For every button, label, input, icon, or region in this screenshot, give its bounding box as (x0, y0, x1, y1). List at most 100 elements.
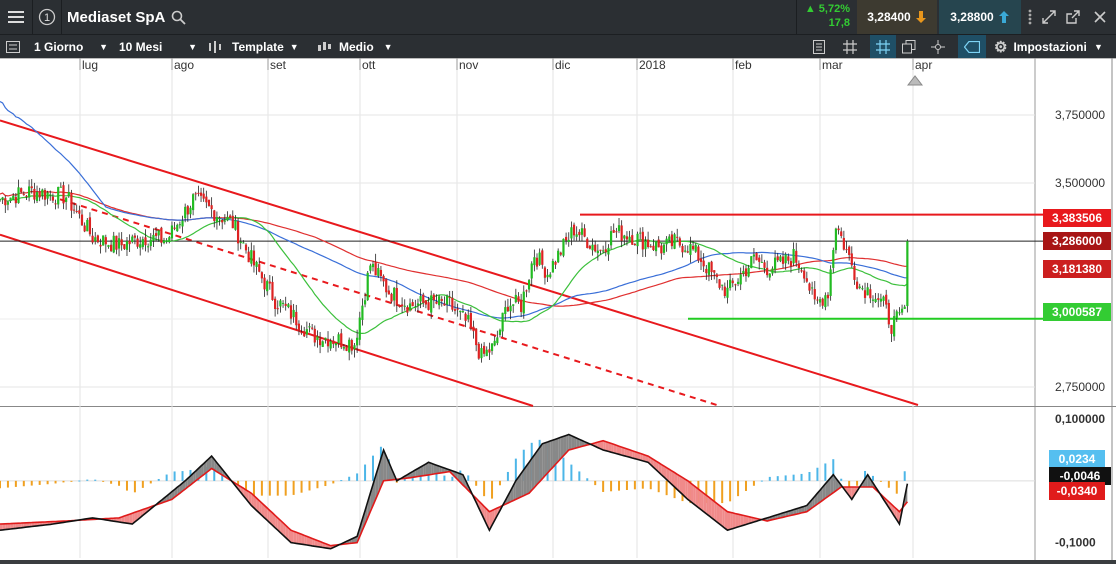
expand-icon[interactable] (1038, 0, 1060, 34)
chevron-down-icon: ▼ (99, 42, 108, 52)
candle (530, 263, 533, 279)
crosshair-grid-icon[interactable] (870, 35, 896, 59)
candle (840, 231, 843, 237)
macd-fill (555, 438, 559, 465)
search-icon[interactable] (168, 0, 188, 34)
macd-histogram-bar (483, 480, 486, 497)
candle (464, 313, 467, 321)
candle (639, 232, 642, 234)
chart-area[interactable]: lug ago set ott nov dic 2018 feb mar apr 3,750000 3… (0, 58, 1116, 564)
candle (157, 230, 160, 236)
close-icon[interactable] (1088, 0, 1112, 34)
candle (274, 298, 277, 309)
month-label-set: set (270, 58, 287, 72)
candle (689, 243, 692, 255)
candle (721, 284, 724, 286)
macd-histogram-bar (562, 457, 565, 481)
candle (440, 298, 443, 301)
candle (570, 227, 573, 239)
candle (133, 235, 137, 238)
candle (771, 268, 774, 274)
popout-icon[interactable] (1062, 0, 1084, 34)
macd-fill (552, 439, 556, 468)
candle (141, 239, 144, 247)
macd-histogram-bar (641, 480, 644, 489)
candle (197, 192, 200, 194)
candle (662, 244, 666, 253)
instrument-title[interactable]: Mediaset SpA (67, 0, 165, 34)
macd-fill (539, 443, 543, 482)
settings-button[interactable]: ⚙ Impostazioni (994, 35, 1087, 59)
notes-icon[interactable] (813, 35, 835, 59)
candle (895, 311, 898, 319)
macd-histogram-bar (744, 480, 747, 491)
macd-tick-label: 0,100000 (1055, 412, 1105, 426)
candle (125, 241, 129, 250)
candle (255, 261, 258, 267)
candle (546, 274, 549, 278)
candle (842, 237, 845, 250)
candle (184, 206, 187, 219)
grid-icon[interactable] (843, 35, 865, 59)
range-select[interactable]: 10 Mesi ▼ (119, 35, 199, 59)
settings-label: Impostazioni (1013, 40, 1087, 54)
month-label-apr: apr (915, 58, 932, 72)
size-menu[interactable]: Medio ▼ (317, 35, 393, 59)
candle (210, 205, 213, 210)
candle (900, 308, 904, 313)
macd-histogram-bar (38, 480, 41, 485)
candle (834, 228, 838, 251)
template-menu[interactable]: Template ▼ (208, 35, 299, 59)
macd-fill (701, 491, 704, 512)
macd-histogram-bar (633, 480, 636, 490)
change-absolute: 17,8 (828, 17, 850, 29)
candle (435, 301, 438, 304)
candle (27, 186, 31, 198)
candle (475, 328, 478, 346)
drag-handle-icon[interactable] (1023, 0, 1037, 34)
candle (295, 311, 298, 326)
candle (247, 251, 250, 263)
candle (305, 329, 308, 335)
candle (43, 189, 47, 200)
macd-histogram-bar (348, 476, 351, 481)
menu-icon[interactable] (0, 0, 32, 34)
macd-histogram-bar (665, 480, 668, 496)
macd-histogram-bar (491, 480, 494, 499)
candle (882, 296, 885, 301)
link-group-icon[interactable]: 1 (33, 0, 61, 34)
layers-icon[interactable] (902, 35, 924, 59)
candle (59, 186, 62, 188)
macd-histogram-bar (610, 480, 613, 492)
crosshair-icon[interactable] (931, 35, 953, 59)
macd-histogram-bar (102, 480, 105, 482)
interval-select[interactable]: 1 Giorno ▼ (34, 35, 110, 59)
buy-price-button[interactable]: 3,28800 (939, 0, 1021, 34)
candle (115, 235, 118, 250)
macd-histogram-bar (356, 473, 359, 481)
macd-histogram-bar (364, 464, 367, 481)
candle (350, 340, 353, 351)
candle (361, 305, 364, 320)
candle (837, 228, 840, 231)
candle (67, 191, 70, 196)
candle (551, 261, 554, 273)
list-icon[interactable] (6, 35, 24, 59)
candle (580, 228, 584, 235)
macd-histogram-bar (506, 471, 509, 481)
macd-histogram-bar (649, 480, 652, 490)
candle (289, 305, 293, 319)
macd-histogram-bar (816, 467, 819, 481)
settings-dropdown-icon[interactable]: ▼ (1094, 35, 1103, 59)
chart-background (0, 58, 1116, 564)
candle (509, 305, 512, 312)
candle (324, 337, 327, 340)
candle (898, 312, 901, 314)
candle (795, 250, 798, 263)
candle (554, 261, 557, 265)
macd-fill (293, 531, 297, 544)
candle (387, 290, 390, 295)
candle (541, 250, 544, 265)
sell-price-button[interactable]: 3,28400 (857, 0, 937, 34)
label-icon[interactable] (958, 35, 986, 59)
